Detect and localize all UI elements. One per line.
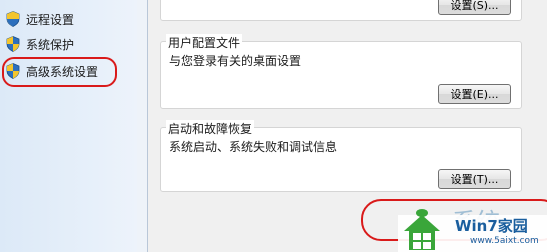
user-profiles-title: 用户配置文件 xyxy=(166,34,243,51)
performance-group: 设置(S)... xyxy=(160,0,522,21)
startup-recovery-group: 启动和故障恢复 系统启动、系统失败和调试信息 设置(T)... xyxy=(160,120,522,192)
pane-divider xyxy=(137,0,148,252)
sidebar-item-label: 系统保护 xyxy=(26,37,75,52)
watermark-brand: Win7家园 xyxy=(455,217,528,235)
watermark-url: www.5aixt.com xyxy=(470,236,539,246)
performance-settings-button[interactable]: 设置(S)... xyxy=(438,0,511,15)
startup-recovery-settings-button[interactable]: 设置(T)... xyxy=(438,169,511,189)
sidebar-item-system-protection[interactable]: 系统保护 xyxy=(6,34,134,54)
sidebar-item-label: 远程设置 xyxy=(26,12,75,27)
startup-recovery-title: 启动和故障恢复 xyxy=(166,120,255,137)
user-profiles-description: 与您登录有关的桌面设置 xyxy=(169,54,302,68)
user-profiles-group: 用户配置文件 与您登录有关的桌面设置 设置(E)... xyxy=(160,34,522,109)
left-nav-pane: 远程设置 系统保护 高级系统设置 xyxy=(0,0,138,252)
user-profiles-settings-button[interactable]: 设置(E)... xyxy=(438,84,511,104)
shield-icon xyxy=(6,36,20,52)
sidebar-item-remote-settings[interactable]: 远程设置 xyxy=(6,9,134,29)
startup-recovery-description: 系统启动、系统失败和调试信息 xyxy=(169,140,338,154)
shield-icon xyxy=(6,11,20,27)
highlight-annotation xyxy=(2,57,117,87)
